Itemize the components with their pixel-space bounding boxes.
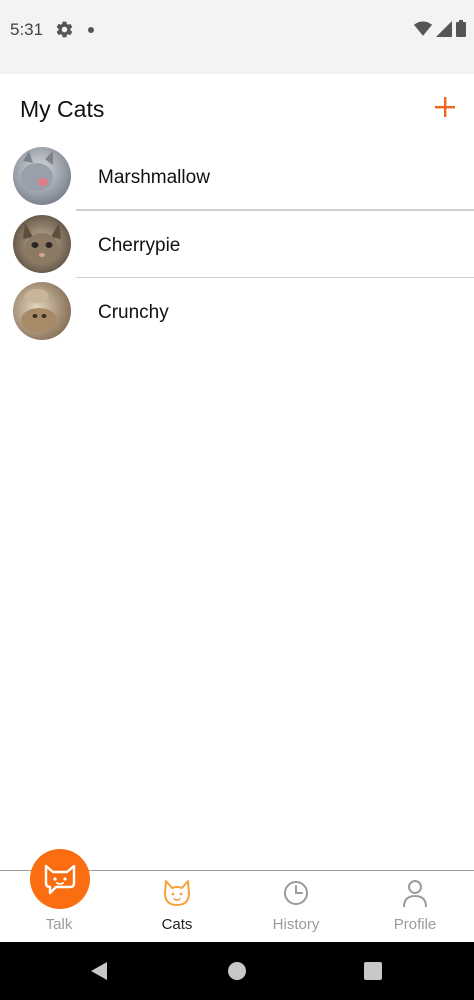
home-icon[interactable] — [228, 962, 246, 980]
notification-dot-icon — [88, 27, 94, 33]
status-icons — [414, 20, 466, 37]
gear-icon — [56, 21, 73, 38]
cat-icon — [164, 880, 190, 906]
talk-button[interactable] — [30, 849, 90, 909]
tab-label: Cats — [161, 916, 193, 933]
clock-icon — [284, 881, 308, 905]
battery-icon — [456, 20, 466, 37]
cat-name: Crunchy — [98, 302, 169, 323]
plus-icon — [435, 97, 455, 117]
tab-label: Profile — [393, 916, 437, 933]
tab-history[interactable]: History — [237, 871, 355, 943]
page-title: My Cats — [20, 96, 105, 122]
tab-label: Talk — [45, 916, 73, 933]
cat-photo — [13, 214, 71, 273]
cat-avatar — [13, 147, 71, 205]
cat-list-item-cherrypie[interactable]: Cherrypie — [0, 211, 474, 278]
tab-cats[interactable]: Cats — [118, 871, 236, 943]
cat-list: Marshmallow Cherrypie Crunchy — [0, 143, 474, 346]
cat-avatar — [13, 282, 71, 340]
recents-icon[interactable] — [364, 962, 382, 980]
cat-chat-icon — [44, 864, 76, 895]
add-cat-button[interactable] — [432, 94, 458, 120]
tab-label: History — [272, 916, 320, 933]
cat-photo — [13, 282, 71, 340]
cat-list-item-crunchy[interactable]: Crunchy — [0, 278, 474, 346]
app-header: My Cats — [0, 74, 474, 144]
tab-profile[interactable]: Profile — [356, 871, 474, 943]
cat-photo — [13, 147, 71, 205]
cat-avatar — [13, 214, 71, 273]
status-bar: 5:31 — [0, 0, 474, 74]
back-icon[interactable] — [90, 961, 108, 981]
signal-icon — [436, 20, 452, 37]
person-icon — [403, 880, 427, 908]
cat-name: Marshmallow — [98, 167, 210, 188]
status-time: 5:31 — [10, 20, 44, 39]
wifi-icon — [414, 21, 432, 36]
cat-name: Cherrypie — [98, 234, 181, 256]
cat-list-item-marshmallow[interactable]: Marshmallow — [0, 143, 474, 211]
